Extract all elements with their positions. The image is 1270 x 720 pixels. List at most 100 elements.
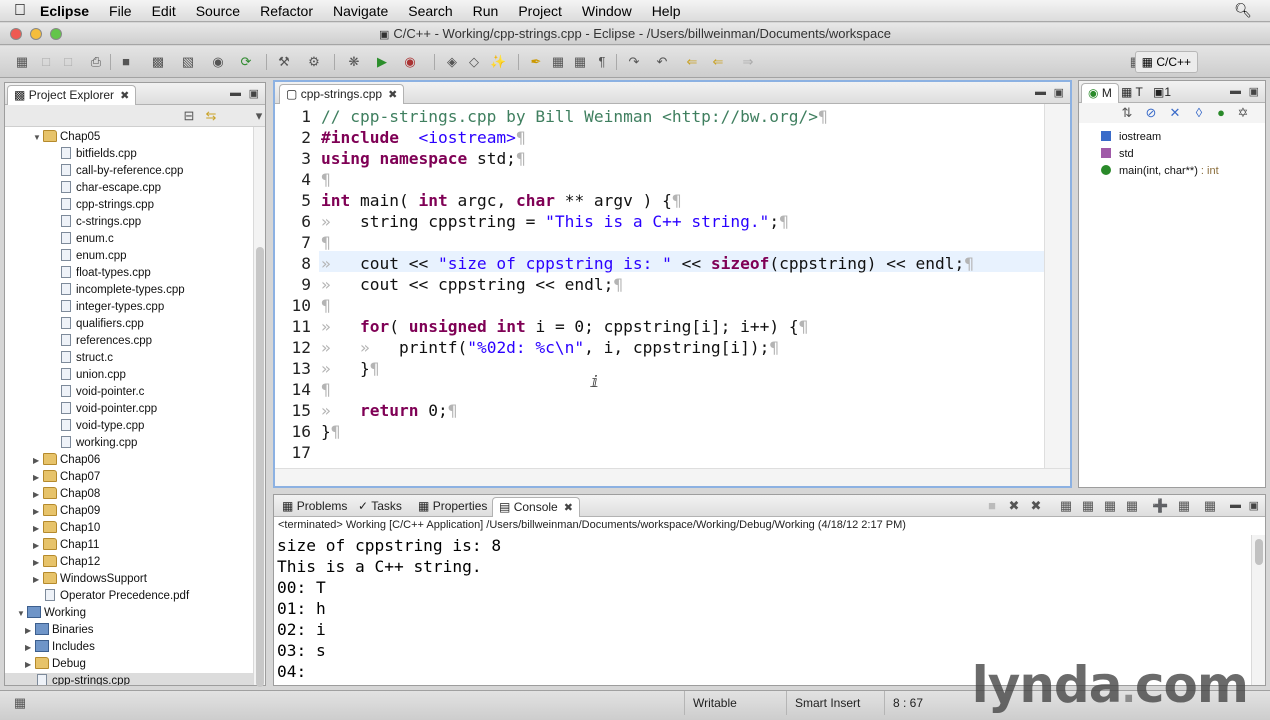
print-icon[interactable]: ⎙ xyxy=(88,54,104,70)
collapsed-triangle-icon[interactable]: ▶ xyxy=(33,452,43,469)
menu-navigate[interactable]: Navigate xyxy=(333,3,388,19)
perspective-switcher[interactable]: ▦ C/C++ xyxy=(1134,51,1198,73)
search-icon[interactable]: ✨ xyxy=(490,54,506,70)
app-menu[interactable]: Eclipse xyxy=(40,3,89,19)
tree-item[interactable]: ▶ Chap07 xyxy=(5,469,253,486)
clear-console-icon[interactable]: ▦ xyxy=(1080,498,1096,514)
display-selected-icon[interactable]: ▦ xyxy=(1124,498,1140,514)
tree-item[interactable]: void-pointer.c xyxy=(5,384,253,401)
new-icon[interactable]: ▦ xyxy=(14,54,30,70)
menu-search[interactable]: Search xyxy=(408,3,452,19)
outline-item[interactable]: std xyxy=(1101,146,1134,163)
tree-item[interactable]: union.cpp xyxy=(5,367,253,384)
link-editor-icon[interactable]: ⇆ xyxy=(203,108,219,124)
collapsed-triangle-icon[interactable]: ▶ xyxy=(33,554,43,571)
editor-horizontal-scrollbar[interactable] xyxy=(275,468,1070,486)
minimize-window-button[interactable] xyxy=(30,28,42,40)
external-tools-icon[interactable]: ◉ xyxy=(402,54,418,70)
tab-type-hierarchy[interactable]: ▦ T xyxy=(1115,83,1149,103)
menu-run[interactable]: Run xyxy=(473,3,499,19)
prev-annotation-icon[interactable]: ↶ xyxy=(654,54,670,70)
tree-item[interactable]: ▶ WindowsSupport xyxy=(5,571,253,588)
build-all-icon[interactable]: ■ xyxy=(118,54,134,70)
code-line[interactable]: » return 0;¶ xyxy=(321,400,457,421)
view-menu-icon[interactable]: ▾ xyxy=(251,108,267,124)
maximize-icon[interactable]: ▣ xyxy=(249,87,259,100)
tree-item[interactable]: ▶ Chap11 xyxy=(5,537,253,554)
tree-item[interactable]: call-by-reference.cpp xyxy=(5,163,253,180)
minimize-icon[interactable]: ▬ xyxy=(1230,85,1241,97)
collapsed-triangle-icon[interactable]: ▶ xyxy=(33,469,43,486)
block-selection-icon[interactable]: ▦ xyxy=(572,54,588,70)
tree-item[interactable]: void-type.cpp xyxy=(5,418,253,435)
hide-static-icon[interactable]: ✕ xyxy=(1167,105,1183,121)
collapsed-triangle-icon[interactable]: ▶ xyxy=(25,639,35,656)
new-class-icon[interactable]: ◉ xyxy=(210,54,226,70)
collapsed-triangle-icon[interactable]: ▶ xyxy=(33,537,43,554)
tree-item[interactable]: void-pointer.cpp xyxy=(5,401,253,418)
tree-item[interactable]: float-types.cpp xyxy=(5,265,253,282)
explorer-scrollbar[interactable] xyxy=(253,127,265,687)
minimize-icon[interactable]: ▬ xyxy=(230,87,241,99)
highlight-icon[interactable]: ✒ xyxy=(528,54,544,70)
tab-cpp-strings[interactable]: ▢ cpp-strings.cpp ✖ xyxy=(279,84,405,104)
code-line[interactable]: using namespace std;¶ xyxy=(321,148,526,169)
scrollbar-thumb[interactable] xyxy=(256,247,264,687)
pin-console-icon[interactable]: ▦ xyxy=(1102,498,1118,514)
menu-file[interactable]: File xyxy=(109,3,132,19)
collapsed-triangle-icon[interactable]: ▶ xyxy=(25,622,35,639)
minimize-icon[interactable]: ▬ xyxy=(1035,86,1046,98)
forward-icon[interactable]: ⇒ xyxy=(740,54,756,70)
remove-launch-icon[interactable]: ✖ xyxy=(1006,498,1022,514)
settings-icon[interactable]: ⚙ xyxy=(306,54,322,70)
tree-item[interactable]: ▶ Debug xyxy=(5,656,253,673)
zoom-window-button[interactable] xyxy=(50,28,62,40)
tree-item[interactable]: cpp-strings.cpp xyxy=(5,673,253,685)
hide-fields-icon[interactable]: ⊘ xyxy=(1143,105,1159,121)
open-element-icon[interactable]: ◇ xyxy=(466,54,482,70)
new-console-icon[interactable]: ▦ xyxy=(1202,498,1218,514)
minimize-icon[interactable]: ▬ xyxy=(1230,499,1241,511)
next-annotation-icon[interactable]: ↷ xyxy=(626,54,642,70)
code-line[interactable]: » » printf("%02d: %c\n", i, cppstring[i]… xyxy=(321,337,779,358)
toggle-mark-icon[interactable]: ▦ xyxy=(550,54,566,70)
expanded-triangle-icon[interactable]: ▼ xyxy=(17,605,27,622)
code-line[interactable]: » string cppstring = "This is a C++ stri… xyxy=(321,211,789,232)
code-line[interactable]: » for( unsigned int i = 0; cppstring[i];… xyxy=(321,316,808,337)
code-line[interactable]: » }¶ xyxy=(321,358,379,379)
tree-item[interactable]: c-strings.cpp xyxy=(5,214,253,231)
new-cpp-project-icon[interactable]: ▩ xyxy=(150,54,166,70)
collapsed-triangle-icon[interactable]: ▶ xyxy=(33,503,43,520)
menu-help[interactable]: Help xyxy=(652,3,681,19)
scrollbar-thumb[interactable] xyxy=(1255,539,1263,565)
tree-item[interactable]: ▶ Chap09 xyxy=(5,503,253,520)
expanded-triangle-icon[interactable]: ▼ xyxy=(33,129,43,146)
scroll-lock-icon[interactable]: ▦ xyxy=(1058,498,1074,514)
tree-item[interactable]: struct.c xyxy=(5,350,253,367)
menu-refactor[interactable]: Refactor xyxy=(260,3,313,19)
code-line[interactable]: » cout << cppstring << endl;¶ xyxy=(321,274,623,295)
fast-view-icon[interactable]: ▦ xyxy=(12,695,28,711)
maximize-icon[interactable]: ▣ xyxy=(1249,85,1259,98)
code-line[interactable]: » cout << "size of cppstring is: " << si… xyxy=(321,253,974,274)
collapse-all-icon[interactable]: ⊟ xyxy=(181,108,197,124)
save-all-icon[interactable]: □ xyxy=(60,54,76,70)
new-source-folder-icon[interactable]: ▧ xyxy=(180,54,196,70)
tree-item[interactable]: ▶ Chap06 xyxy=(5,452,253,469)
tree-item[interactable]: ▶ Chap10 xyxy=(5,520,253,537)
code-line[interactable]: #include <iostream>¶ xyxy=(321,127,526,148)
tree-item[interactable]: incomplete-types.cpp xyxy=(5,282,253,299)
forward-back-icon[interactable]: ⇐ xyxy=(710,54,726,70)
tree-item[interactable]: enum.c xyxy=(5,231,253,248)
maximize-icon[interactable]: ▣ xyxy=(1054,86,1064,99)
code-line[interactable]: // cpp-strings.cpp by Bill Weinman <http… xyxy=(321,106,828,127)
back-icon[interactable]: ⇐ xyxy=(684,54,700,70)
tree-item[interactable]: ▶ Binaries xyxy=(5,622,253,639)
tab-problems[interactable]: ▦ Problems xyxy=(276,497,353,517)
outline-item[interactable]: iostream xyxy=(1101,129,1161,146)
remove-all-icon[interactable]: ✖ xyxy=(1028,498,1044,514)
tree-item[interactable]: char-escape.cpp xyxy=(5,180,253,197)
tree-item[interactable]: Operator Precedence.pdf xyxy=(5,588,253,605)
terminate-icon[interactable]: ■ xyxy=(984,498,1000,514)
tree-item[interactable]: bitfields.cpp xyxy=(5,146,253,163)
